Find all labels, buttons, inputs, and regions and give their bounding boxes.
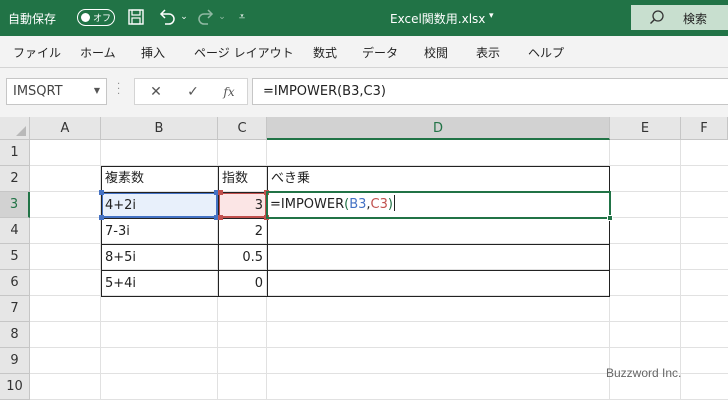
edit-ref-c3[interactable]: C3 [371,197,388,212]
toggle-knob [81,13,90,22]
undo-icon[interactable] [157,6,177,28]
name-box-dropdown-icon[interactable]: ▼ [94,86,100,95]
row-header-5[interactable]: 5 [0,244,30,270]
gridline [680,140,681,400]
column-header-c[interactable]: C [218,117,267,140]
tab-insert[interactable]: 挿入 [141,44,165,61]
watermark: Buzzword Inc. [606,366,682,380]
tab-help[interactable]: ヘルプ [528,44,564,61]
filename-dropdown-icon[interactable]: ▾ [489,11,494,21]
header-cell-exponent[interactable]: 指数 [218,166,267,191]
row-header-7[interactable]: 7 [0,296,30,322]
cell-c3[interactable]: 3 [218,193,267,218]
tab-review[interactable]: 校閲 [424,44,448,61]
title-bar: 自動保存 オフ ⌄ ⌄ ⩡ Excel関数用.xlsx ▾ 検索 [0,0,728,36]
enter-icon[interactable]: ✓ [182,82,204,102]
spreadsheet-grid[interactable]: A B C D E F 1 2 3 4 5 6 7 8 9 10 複素数 指数 … [0,117,728,400]
tab-formulas[interactable]: 数式 [313,44,337,61]
name-box[interactable]: IMSQRT ▼ [6,78,107,105]
cell-b3[interactable]: 4+2i [101,193,218,218]
row-header-3[interactable]: 3 [0,192,30,218]
edit-ref-b3[interactable]: B3 [349,197,366,212]
fill-handle[interactable] [607,215,613,221]
row-header-10[interactable]: 10 [0,374,30,400]
cell-b4[interactable]: 7-3i [101,219,218,244]
formula-buttons: ✕ ✓ fx [134,78,248,105]
formula-input[interactable]: =IMPOWER(B3,C3) [252,78,728,105]
search-icon [650,10,664,24]
row-header-6[interactable]: 6 [0,270,30,296]
tab-file[interactable]: ファイル [13,44,61,61]
header-cell-complex[interactable]: 複素数 [101,166,218,191]
column-header-a[interactable]: A [30,117,101,140]
row-header-9[interactable]: 9 [0,348,30,374]
customize-toolbar-icon[interactable]: ⩡ [235,6,249,28]
formula-text: =IMPOWER(B3,C3) [263,84,386,99]
edit-function-name: =IMPOWER [270,197,345,212]
select-all-button[interactable] [0,117,30,140]
name-box-value: IMSQRT [13,84,63,99]
tab-page-layout[interactable]: ページ レイアウト [194,44,294,61]
column-header-e[interactable]: E [610,117,681,140]
cancel-icon[interactable]: ✕ [145,82,167,102]
select-all-icon [16,126,26,136]
cell-b6[interactable]: 5+4i [101,271,218,296]
edit-close-paren: ) [387,197,393,212]
formula-bar: IMSQRT ▼ · · · ✕ ✓ fx =IMPOWER(B3,C3) [0,68,728,117]
cell-d3-edit[interactable]: =IMPOWER(B3,C3) [270,193,395,216]
redo-icon[interactable] [196,6,216,28]
table-border [101,296,610,297]
column-header-f[interactable]: F [681,117,728,140]
cell-c5[interactable]: 0.5 [218,245,267,270]
formula-bar-resize-handle[interactable]: · · · [117,80,120,100]
autosave-toggle-state: オフ [93,14,112,24]
tab-home[interactable]: ホーム [80,44,116,61]
undo-dropdown-icon[interactable]: ⌄ [178,6,190,28]
row-header-1[interactable]: 1 [0,140,30,166]
search-box[interactable]: 検索 [631,5,728,30]
autosave-label: 自動保存 [8,12,57,26]
cell-c6[interactable]: 0 [218,271,267,296]
redo-dropdown-icon[interactable]: ⌄ [216,6,228,28]
cell-b5[interactable]: 8+5i [101,245,218,270]
search-label: 検索 [683,12,708,26]
tab-data[interactable]: データ [362,44,398,61]
save-icon[interactable] [127,6,147,28]
column-header-d[interactable]: D [267,117,610,140]
gridline [30,347,728,348]
column-header-b[interactable]: B [101,117,218,140]
file-name[interactable]: Excel関数用.xlsx [390,10,485,27]
ribbon-tabs: ファイル ホーム 挿入 ページ レイアウト 数式 データ 校閲 表示 ヘルプ [0,36,728,68]
tab-view[interactable]: 表示 [476,44,500,61]
row-header-4[interactable]: 4 [0,218,30,244]
header-cell-power[interactable]: べき乗 [267,166,610,191]
gridline [30,321,728,322]
insert-function-button[interactable]: fx [218,82,240,102]
row-header-8[interactable]: 8 [0,322,30,348]
autosave-toggle[interactable]: オフ [77,9,115,26]
cell-c4[interactable]: 2 [218,219,267,244]
row-header-2[interactable]: 2 [0,166,30,192]
text-cursor [393,195,395,211]
